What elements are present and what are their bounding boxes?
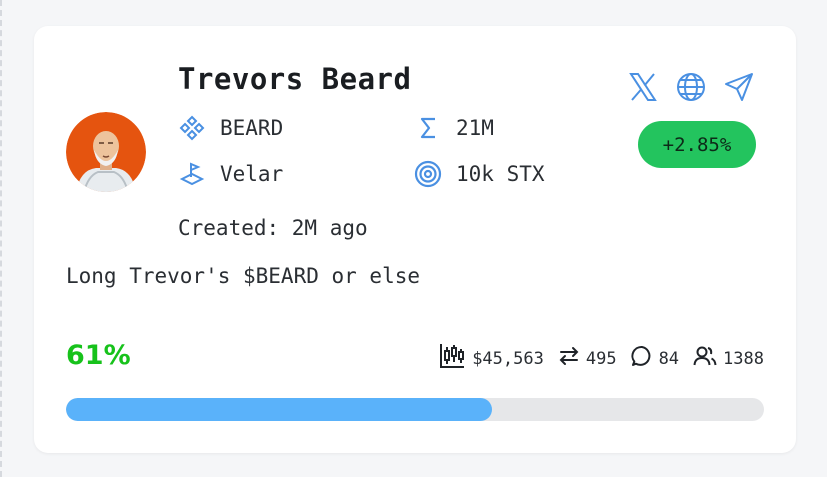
- token-avatar: [66, 112, 146, 192]
- comments-value: 84: [658, 348, 680, 369]
- target-amount: 10k STX: [456, 162, 545, 186]
- holders-stat: 1388: [693, 345, 764, 372]
- sigma-icon: [414, 114, 442, 142]
- holders-value: 1388: [723, 348, 764, 369]
- price-change-badge: +2.85%: [638, 121, 756, 168]
- diamond-cluster-icon: [178, 114, 206, 142]
- token-symbol: BEARD: [220, 116, 284, 140]
- send-icon[interactable]: [722, 70, 756, 104]
- total-supply: 21M: [456, 116, 494, 140]
- target-row: 10k STX: [414, 160, 545, 188]
- progress-percent: 61%: [66, 340, 131, 371]
- trades-value: 495: [585, 348, 617, 369]
- bonding-progress-bar: [66, 398, 764, 421]
- dex-name: Velar: [220, 162, 284, 186]
- comment-icon: [631, 345, 653, 372]
- globe-icon[interactable]: [674, 70, 708, 104]
- trades-stat: 495: [558, 345, 617, 372]
- comments-stat: 84: [631, 345, 679, 372]
- candlestick-chart-icon: [438, 342, 466, 375]
- market-cap-stat: $45,563: [438, 342, 544, 375]
- page-left-border: [0, 0, 2, 477]
- token-card[interactable]: Trevors Beard BEARD Velar 21M 10k STX Cr…: [34, 26, 796, 453]
- dex-row: Velar: [178, 160, 283, 188]
- bonding-progress-fill: [66, 398, 492, 421]
- token-stats: $45,563 495 84 1388: [438, 342, 764, 375]
- x-icon[interactable]: [626, 70, 660, 104]
- users-icon: [693, 345, 717, 372]
- token-description: Long Trevor's $BEARD or else: [66, 264, 421, 288]
- created-time: Created: 2M ago: [178, 216, 368, 240]
- target-icon: [414, 160, 442, 188]
- supply-row: 21M: [414, 114, 494, 142]
- symbol-row: BEARD: [178, 114, 283, 142]
- swap-arrows-icon: [558, 345, 580, 372]
- flag-platform-icon: [178, 160, 206, 188]
- market-cap-value: $45,563: [472, 348, 544, 369]
- social-links: [626, 70, 756, 104]
- token-name: Trevors Beard: [178, 62, 412, 96]
